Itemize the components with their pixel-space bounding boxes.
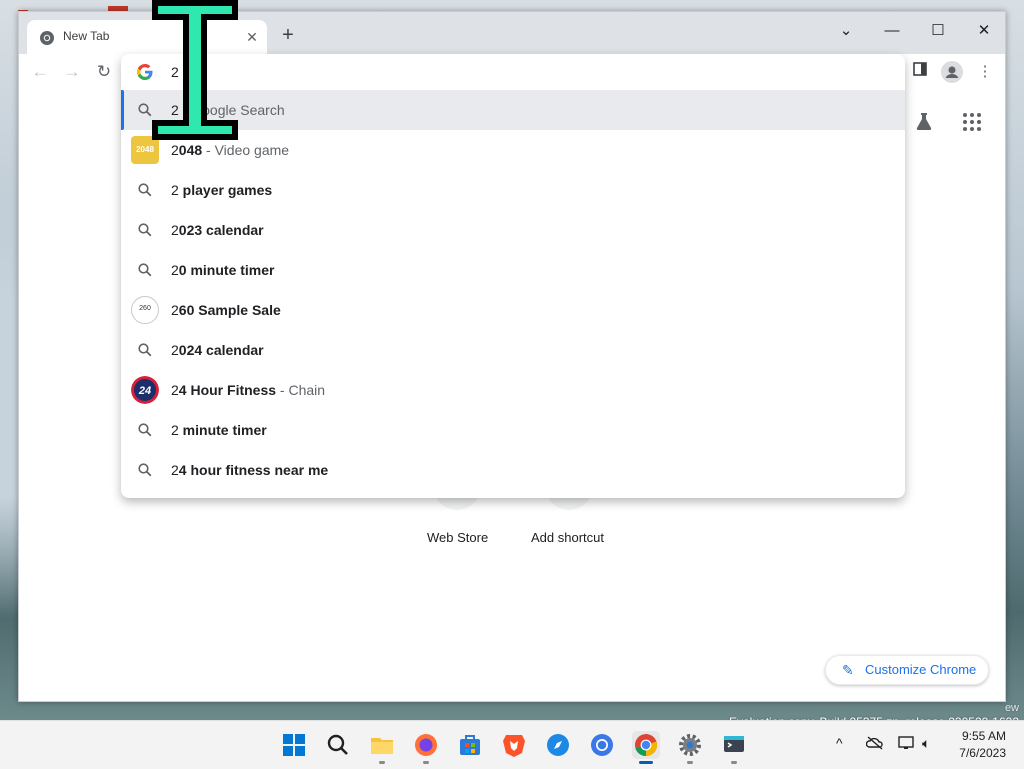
pencil-icon: ✎ [842, 662, 854, 678]
search-icon [138, 263, 152, 277]
suggestion-match: 2 [171, 302, 179, 318]
minimize-button[interactable]: — [869, 17, 915, 45]
suggestion-match: 2 [171, 142, 179, 158]
suggestion-match: 2 [171, 462, 179, 478]
suggestion-row[interactable]: 24 hour fitness near me [121, 450, 905, 490]
text-cursor-icon [152, 0, 238, 140]
suggestion-completion: 024 calendar [178, 342, 264, 358]
search-icon [138, 223, 152, 237]
customize-chrome-button[interactable]: ✎ Customize Chrome [825, 655, 989, 685]
labs-flask-icon[interactable] [912, 110, 936, 134]
running-indicator [423, 761, 429, 764]
customize-chrome-label: Customize Chrome [865, 662, 977, 677]
windows-start-icon[interactable] [280, 731, 308, 759]
24-hour-fitness-logo: 24 [131, 376, 159, 404]
chromium-icon[interactable] [588, 731, 616, 759]
suggestion-match: 2 [171, 222, 179, 238]
suggestion-description: - Video game [202, 142, 290, 158]
search-icon [138, 183, 152, 197]
brave-browser-icon[interactable] [500, 731, 528, 759]
suggestion-row[interactable]: 2 minute timer [121, 410, 905, 450]
settings-gear-icon[interactable] [676, 731, 704, 759]
new-tab-button[interactable]: + [277, 25, 299, 47]
search-icon [138, 343, 152, 357]
suggestion-row[interactable]: 2 player games [121, 170, 905, 210]
suggestion-match: 2 [171, 422, 179, 438]
suggestion-completion: 048 [178, 142, 203, 158]
running-indicator [379, 761, 385, 764]
suggestion-completion: minute timer [178, 422, 267, 438]
show-hidden-icons-chevron-icon[interactable]: ^ [836, 735, 843, 751]
suggestion-completion: player games [178, 182, 273, 198]
reload-button[interactable]: ↻ [93, 61, 115, 83]
suggestion-match: 2 [171, 382, 179, 398]
suggestion-completion: 4 hour fitness near me [178, 462, 329, 478]
active-indicator [639, 761, 653, 764]
safari-compass-icon[interactable] [544, 731, 572, 759]
side-panel-icon[interactable] [909, 61, 931, 83]
logo-text: 260 [139, 305, 151, 312]
suggestion-match: 2 [171, 342, 179, 358]
close-tab-icon[interactable]: ✕ [243, 28, 261, 46]
watermark-line: ew [1004, 702, 1019, 714]
chrome-favicon-icon [40, 31, 54, 45]
volume-icon[interactable]: 🔈︎ [922, 735, 930, 752]
network-icon[interactable] [898, 735, 916, 751]
thumbnail-text: 2048 [136, 145, 154, 154]
firefox-icon[interactable] [412, 731, 440, 759]
2048-game-thumbnail: 2048 [131, 136, 159, 164]
menu-icon[interactable]: ⋮ [974, 61, 996, 83]
clock-date: 7/6/2023 [959, 746, 1006, 760]
taskbar: ^ 🔈︎ 9:55 AM 7/6/2023 [0, 720, 1024, 769]
onedrive-offline-icon[interactable] [866, 735, 884, 751]
apps-grid-icon[interactable] [963, 113, 981, 131]
suggestion-completion: 4 Hour Fitness [178, 382, 277, 398]
selection-indicator [121, 90, 124, 130]
suggestion-completion: 60 Sample Sale [178, 302, 281, 318]
clock-time: 9:55 AM [961, 729, 1006, 743]
shortcut-add-label[interactable]: Add shortcut [531, 530, 604, 545]
search-icon [138, 463, 152, 477]
suggestion-row[interactable]: 260 260 Sample Sale [121, 290, 905, 330]
terminal-icon[interactable] [720, 731, 748, 759]
profile-avatar[interactable] [941, 61, 963, 83]
chrome-icon[interactable] [632, 731, 660, 759]
260-sample-sale-logo: 260 [131, 296, 159, 324]
microsoft-store-icon[interactable] [456, 731, 484, 759]
shortcut-webstore-label[interactable]: Web Store [427, 530, 488, 545]
tab-search-icon[interactable]: ⌄ [823, 17, 869, 45]
search-icon [138, 423, 152, 437]
tab-title: New Tab [63, 29, 110, 43]
svg-text:24: 24 [138, 385, 151, 397]
suggestion-match: 2 [171, 182, 179, 198]
suggestion-completion: 0 minute timer [178, 262, 275, 278]
file-explorer-icon[interactable] [368, 731, 396, 759]
search-icon[interactable] [324, 731, 352, 759]
suggestion-row[interactable]: 2023 calendar [121, 210, 905, 250]
back-button[interactable]: ← [29, 61, 51, 83]
suggestion-completion: 023 calendar [178, 222, 264, 238]
forward-button[interactable]: → [61, 61, 83, 83]
maximize-button[interactable]: ☐ [915, 17, 961, 45]
suggestion-description: - Chain [276, 382, 326, 398]
suggestion-row[interactable]: 20 minute timer [121, 250, 905, 290]
suggestion-row[interactable]: 2024 calendar [121, 330, 905, 370]
suggestion-match: 2 [171, 262, 179, 278]
suggestion-row[interactable]: 24 24 Hour Fitness - Chain [121, 370, 905, 410]
close-window-button[interactable]: ✕ [961, 17, 1005, 45]
running-indicator [731, 761, 737, 764]
system-clock[interactable]: 9:55 AM 7/6/2023 [959, 728, 1006, 762]
running-indicator [687, 761, 693, 764]
